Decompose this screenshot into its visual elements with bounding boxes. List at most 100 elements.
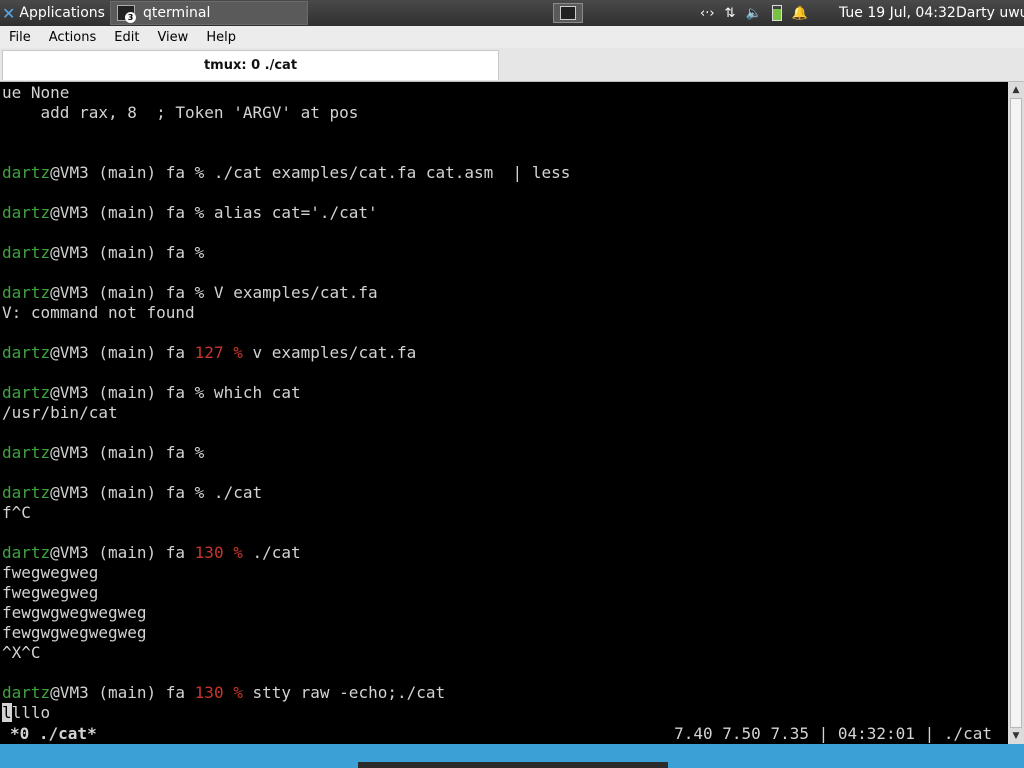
prompt-user: dartz (2, 203, 51, 222)
terminal-text: @VM3 (main) fa % ./cat examples/cat.fa c… (50, 163, 571, 182)
terminal-line: ^X^C (2, 643, 570, 663)
top-panel: ✕ Applications 3 qterminal ‹·› ⇅ 🔈 🔔 Tue… (0, 0, 1024, 26)
terminal-text: lllo (11, 703, 51, 722)
terminal-text: f^C (2, 503, 31, 522)
terminal-line: add rax, 8 ; Token 'ARGV' at pos (2, 103, 570, 123)
battery-icon[interactable] (771, 5, 782, 21)
terminal-text: @VM3 (main) fa % (50, 243, 205, 262)
xfce-logo-icon: ✕ (2, 3, 16, 23)
prompt-user: dartz (2, 343, 51, 362)
terminal-line: dartz@VM3 (main) fa 127 % v examples/cat… (2, 343, 570, 363)
terminal-text: stty raw -echo;./cat (242, 683, 446, 702)
bell-icon[interactable]: 🔔 (792, 6, 808, 21)
terminal-line: dartz@VM3 (main) fa % ./cat examples/cat… (2, 163, 570, 183)
tmux-status-bar: *0 ./cat* 7.40 7.50 7.35 | 04:32:01 | ./… (0, 724, 1008, 744)
terminal-view[interactable]: ue None add rax, 8 ; Token 'ARGV' at pos… (0, 82, 1008, 744)
terminal-line: fewgwgwegwegweg (2, 603, 570, 623)
show-desktop-button[interactable] (553, 3, 583, 23)
window-count-badge: 3 (125, 12, 136, 23)
terminal-line: dartz@VM3 (main) fa % (2, 243, 570, 263)
terminal-scrollbar[interactable]: ▲ ▼ (1008, 82, 1024, 744)
terminal-line: /usr/bin/cat (2, 403, 570, 423)
menu-view[interactable]: View (148, 30, 197, 45)
terminal-line: dartz@VM3 (main) fa % (2, 443, 570, 463)
applications-menu-button[interactable]: ✕ Applications (0, 0, 105, 26)
cursor-char: l (2, 703, 12, 722)
menu-actions[interactable]: Actions (40, 30, 106, 45)
applications-label: Applications (19, 5, 105, 21)
menu-file[interactable]: File (0, 30, 40, 45)
terminal-text: ./cat (242, 543, 301, 562)
terminal-text: fewgwgwegwegweg (2, 623, 147, 642)
terminal-text: @VM3 (main) fa % alias cat='./cat' (50, 203, 378, 222)
terminal-line: dartz@VM3 (main) fa 130 % stty raw -echo… (2, 683, 570, 703)
terminal-line: dartz@VM3 (main) fa % ./cat (2, 483, 570, 503)
exit-status: 130 % (194, 543, 243, 562)
tmux-status-right: 7.40 7.50 7.35 | 04:32:01 | ./cat (674, 724, 992, 743)
terminal-text: @VM3 (main) fa % ./cat (50, 483, 263, 502)
terminal-text: fwegwegweg (2, 583, 99, 602)
menu-bar: File Actions Edit View Help (0, 26, 1024, 49)
terminal-line: fwegwegweg (2, 583, 570, 603)
terminal-line: ue None (2, 83, 570, 103)
prompt-user: dartz (2, 443, 51, 462)
terminal-line: fewgwgwegwegweg (2, 623, 570, 643)
terminal-text: @VM3 (main) fa % V examples/cat.fa (50, 283, 378, 302)
prompt-user: dartz (2, 283, 51, 302)
terminal-text: @VM3 (main) fa (50, 683, 195, 702)
terminal-text: @VM3 (main) fa % which cat (50, 383, 301, 402)
menu-edit[interactable]: Edit (105, 30, 148, 45)
terminal-text: fewgwgwegwegweg (2, 603, 147, 622)
volume-icon[interactable]: 🔈 (745, 6, 761, 21)
terminal-launcher-icon (560, 6, 576, 20)
tmux-window-list: *0 ./cat* (10, 724, 97, 743)
terminal-output: ue None add rax, 8 ; Token 'ARGV' at pos… (2, 83, 570, 723)
desktop-dock-strip (358, 762, 668, 768)
terminal-text: /usr/bin/cat (2, 403, 118, 422)
terminal-line: dartz@VM3 (main) fa % V examples/cat.fa (2, 283, 570, 303)
network-icon[interactable]: ‹·› (700, 6, 715, 21)
scroll-up-arrow-icon[interactable]: ▲ (1008, 82, 1024, 98)
terminal-text: add rax, 8 ; Token 'ARGV' at pos (2, 103, 359, 122)
terminal-line: llllo (2, 703, 570, 723)
terminal-tab[interactable]: tmux: 0 ./cat (2, 50, 499, 80)
terminal-text: v examples/cat.fa (242, 343, 417, 362)
menu-help[interactable]: Help (197, 30, 245, 45)
terminal-text: ue None (2, 83, 70, 102)
terminal-text: V: command not found (2, 303, 195, 322)
panel-clock[interactable]: Tue 19 Jul, 04:32 (839, 0, 956, 26)
prompt-user: dartz (2, 483, 51, 502)
terminal-line: fwegwegweg (2, 563, 570, 583)
system-tray: ‹·› ⇅ 🔈 🔔 (700, 0, 808, 26)
prompt-user: dartz (2, 543, 51, 562)
prompt-user: dartz (2, 243, 51, 262)
terminal-line: dartz@VM3 (main) fa 130 % ./cat (2, 543, 570, 563)
prompt-user: dartz (2, 163, 51, 182)
prompt-user: dartz (2, 683, 51, 702)
terminal-line: V: command not found (2, 303, 570, 323)
tab-bar: tmux: 0 ./cat (0, 48, 1024, 82)
terminal-line: dartz@VM3 (main) fa % alias cat='./cat' (2, 203, 570, 223)
exit-status: 127 % (194, 343, 243, 362)
transfer-icon[interactable]: ⇅ (725, 6, 736, 21)
terminal-text: @VM3 (main) fa (50, 543, 195, 562)
scroll-down-arrow-icon[interactable]: ▼ (1008, 728, 1024, 744)
terminal-line: f^C (2, 503, 570, 523)
terminal-text: fwegwegweg (2, 563, 99, 582)
scroll-thumb[interactable] (1010, 98, 1022, 728)
terminal-line: dartz@VM3 (main) fa % which cat (2, 383, 570, 403)
user-menu-button[interactable]: Darty uwu (956, 0, 1024, 26)
terminal-text: @VM3 (main) fa % (50, 443, 205, 462)
exit-status: 130 % (194, 683, 243, 702)
taskbar-qterminal-button[interactable]: 3 qterminal (110, 1, 308, 25)
